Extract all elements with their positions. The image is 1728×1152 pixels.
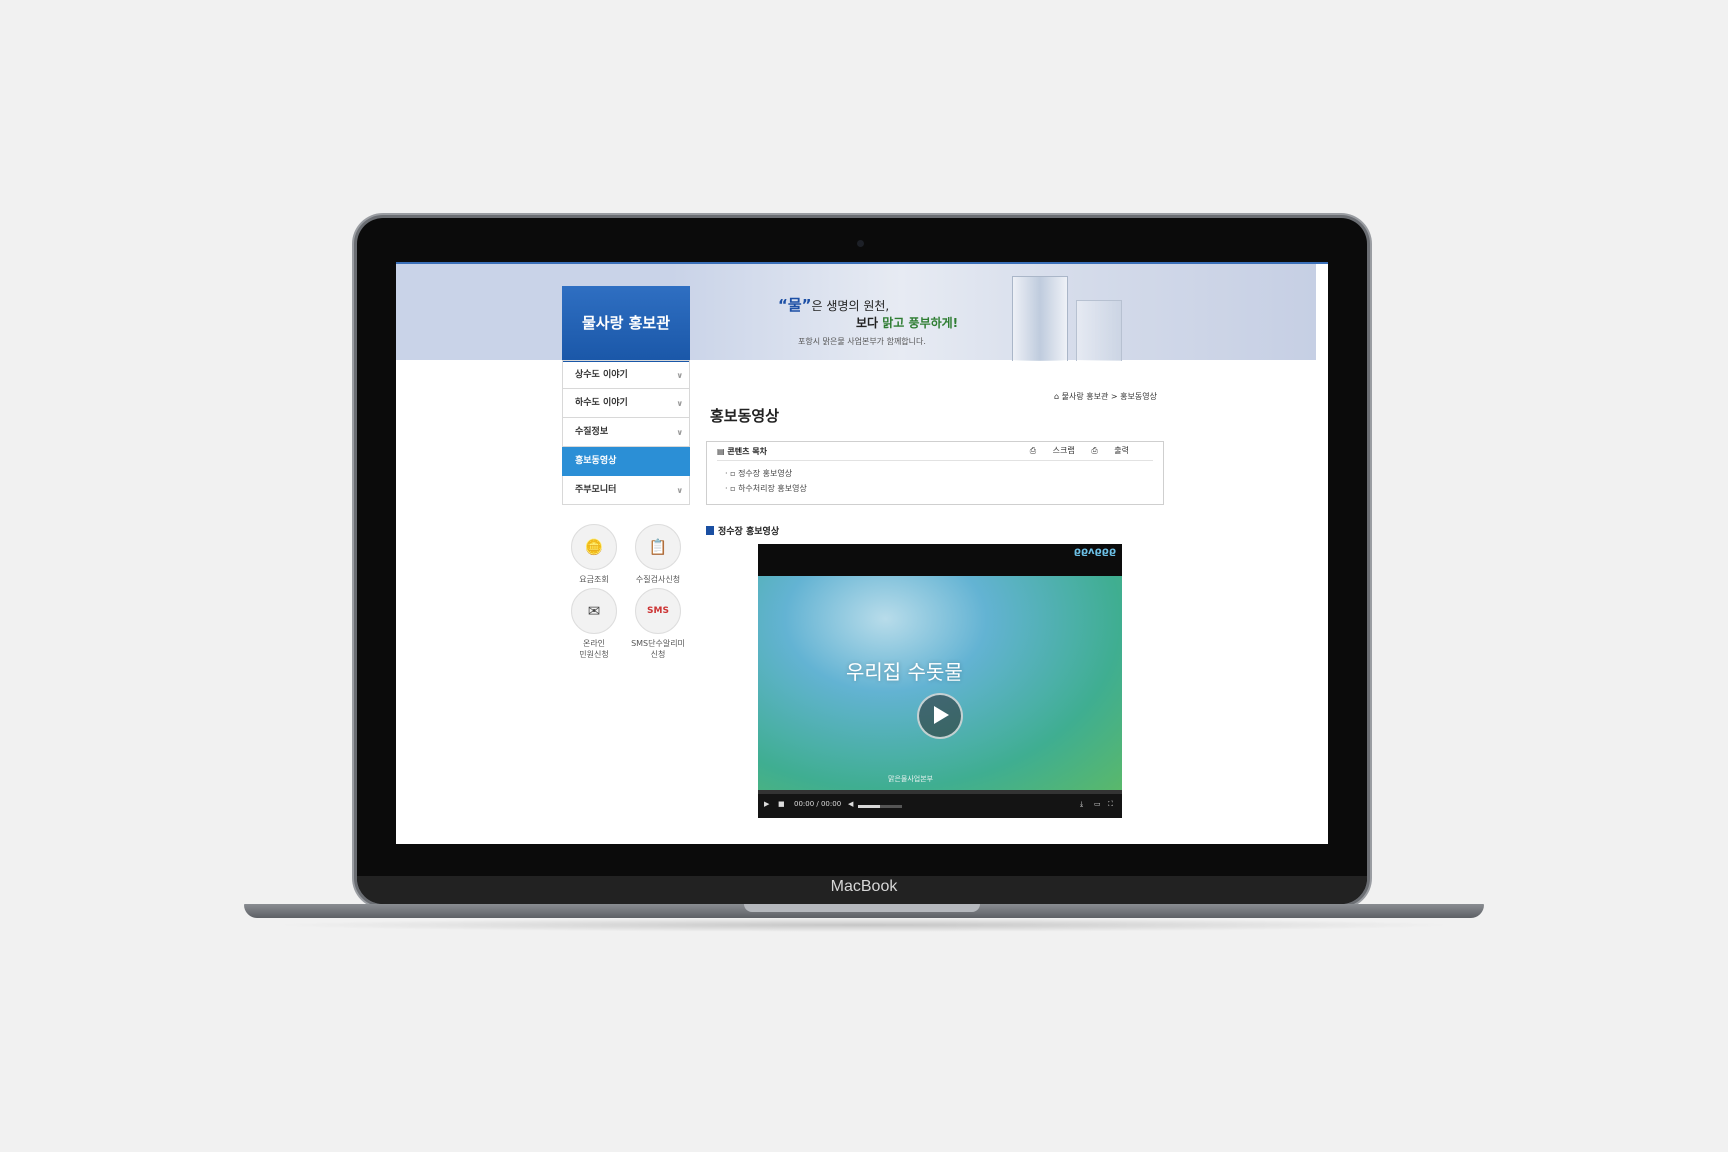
coins-icon: 🪙 bbox=[571, 524, 617, 570]
sidebar-item-water-quality[interactable]: 수질정보 ∨ bbox=[562, 418, 690, 447]
video-frame[interactable]: 우리집 수돗물 맑은물사업본부 bbox=[758, 576, 1122, 790]
contents-link[interactable]: · ▫ 정수장 홍보영상 bbox=[725, 468, 792, 479]
water-glass-image bbox=[1012, 276, 1068, 361]
sidebar-item-promo-video[interactable]: 홍보동영상 bbox=[562, 447, 690, 476]
sidebar-item-sewage[interactable]: 하수도 이야기 ∨ bbox=[562, 389, 690, 418]
page-title: 홍보동영상 bbox=[710, 407, 780, 425]
sidebar-item-housewife-monitor[interactable]: 주부모니터 ∨ bbox=[562, 476, 690, 505]
slogan-subtext: 포항시 맑은물 사업본부가 함께합니다. bbox=[798, 337, 926, 346]
chevron-down-icon: ∨ bbox=[676, 428, 684, 437]
volume-icon[interactable]: ◀ bbox=[848, 800, 853, 808]
contents-actions: ⎙ 스크랩 ⎙ 출력 bbox=[1016, 445, 1129, 456]
header-banner: 물사랑 홍보관 “물”은 생명의 원천, 보다 맑고 풍부하게! 포항시 맑은물… bbox=[396, 264, 1316, 362]
contents-box: ▤ 콘텐츠 목차 ⎙ 스크랩 ⎙ 출력 · ▫ 정수장 홍보영상 · ▫ 하수처… bbox=[706, 441, 1164, 505]
stop-icon[interactable]: ■ bbox=[778, 800, 785, 808]
print-button[interactable]: ⎙ 출력 bbox=[1091, 446, 1129, 455]
scrap-button[interactable]: ⎙ 스크랩 bbox=[1030, 446, 1075, 455]
play-icon bbox=[934, 706, 949, 724]
section-heading: 정수장 홍보영상 bbox=[706, 524, 779, 537]
video-overlay-text: 우리집 수돗물 bbox=[846, 660, 963, 684]
camera-icon bbox=[857, 240, 864, 247]
breadcrumb-home[interactable]: 물사랑 홍보관 bbox=[1062, 392, 1109, 401]
slogan-line-2: 보다 맑고 풍부하게! bbox=[856, 316, 959, 330]
sms-icon: SMS bbox=[635, 588, 681, 634]
laptop-base-notch bbox=[744, 904, 980, 912]
video-logo: ϱϱᴧϱϱϱ bbox=[1073, 546, 1116, 557]
breadcrumb-separator: > bbox=[1110, 392, 1118, 401]
video-time: 00:00 / 00:00 bbox=[794, 800, 842, 808]
laptop-shadow bbox=[270, 918, 1458, 932]
quick-link-online-complaint[interactable]: ✉ 온라인 민원신청 bbox=[562, 588, 626, 660]
quick-link-bill[interactable]: 🪙 요금조회 bbox=[562, 524, 626, 585]
contents-link[interactable]: · ▫ 하수처리장 홍보영상 bbox=[725, 483, 807, 494]
quick-link-sms-alert[interactable]: SMS SMS단수알리미 신청 bbox=[626, 588, 690, 660]
video-player[interactable]: ϱϱᴧϱϱϱ 우리집 수돗물 맑은물사업본부 ▶ ■ 00:00 / 00:00… bbox=[758, 544, 1122, 818]
contents-heading: ▤ 콘텐츠 목차 bbox=[717, 447, 767, 456]
book-icon: ▤ bbox=[717, 447, 725, 456]
checklist-icon: 📋 bbox=[635, 524, 681, 570]
sidebar-item-water-supply[interactable]: 상수도 이야기 ∨ bbox=[562, 360, 690, 389]
section-marker-icon bbox=[706, 526, 714, 535]
contents-divider bbox=[717, 460, 1153, 461]
chevron-down-icon: ∨ bbox=[676, 486, 684, 495]
video-footer-text: 맑은물사업본부 bbox=[888, 775, 934, 783]
breadcrumb: ⌂ 물사랑 홍보관 > 홍보동영상 bbox=[1054, 391, 1157, 402]
browser-screen: 물사랑 홍보관 “물”은 생명의 원천, 보다 맑고 풍부하게! 포항시 맑은물… bbox=[396, 262, 1328, 844]
screen-mode-icon[interactable]: ▭ bbox=[1094, 800, 1101, 808]
fullscreen-icon[interactable]: ⛶ bbox=[1108, 800, 1113, 809]
video-controls: ▶ ■ 00:00 / 00:00 ◀ ⤓ ▭ ⛶ bbox=[758, 794, 1122, 818]
sidebar-nav: 상수도 이야기 ∨ 하수도 이야기 ∨ 수질정보 ∨ 홍보동영상 주부모니터 ∨ bbox=[562, 360, 690, 505]
slogan-line-1: “물”은 생명의 원천, bbox=[778, 296, 890, 314]
site-title-box[interactable]: 물사랑 홍보관 bbox=[562, 286, 690, 362]
play-button[interactable] bbox=[917, 693, 963, 739]
device-brand-label: MacBook bbox=[830, 878, 898, 895]
site-title: 물사랑 홍보관 bbox=[581, 314, 671, 332]
quick-link-water-test[interactable]: 📋 수질검사신청 bbox=[626, 524, 690, 585]
chevron-down-icon: ∨ bbox=[676, 371, 684, 380]
laptop-mail-icon: ✉ bbox=[571, 588, 617, 634]
home-icon[interactable]: ⌂ bbox=[1054, 392, 1059, 401]
water-glass-image-2 bbox=[1076, 300, 1122, 361]
download-icon[interactable]: ⤓ bbox=[1080, 800, 1083, 809]
chevron-down-icon: ∨ bbox=[676, 399, 684, 408]
volume-slider[interactable] bbox=[858, 805, 902, 808]
play-small-icon[interactable]: ▶ bbox=[764, 800, 769, 808]
breadcrumb-current: 홍보동영상 bbox=[1120, 392, 1157, 401]
